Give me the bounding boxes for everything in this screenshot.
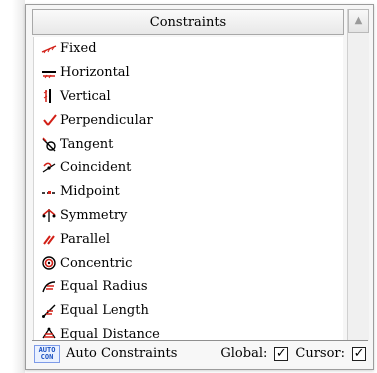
constraint-item-horizontal[interactable]: Horizontal — [34, 61, 343, 85]
scroll-up-button[interactable]: ▲ — [348, 9, 369, 33]
constraint-item-equal-radius[interactable]: Equal Radius — [34, 275, 343, 299]
constraint-label: Horizontal — [60, 65, 130, 81]
cursor-label: Cursor: — [295, 346, 346, 361]
constraint-item-fixed[interactable]: Fixed — [34, 37, 343, 61]
constraint-label: Vertical — [60, 88, 111, 104]
constraints-header: Constraints — [32, 9, 344, 35]
constraint-item-concentric[interactable]: Concentric — [34, 251, 343, 275]
fixed-icon — [41, 41, 57, 57]
constraint-label: Perpendicular — [60, 112, 153, 128]
constraint-label: Equal Radius — [60, 279, 148, 295]
horizontal-icon — [41, 65, 57, 81]
vertical-icon — [41, 88, 57, 104]
constraint-item-midpoint[interactable]: Midpoint — [34, 180, 343, 204]
auto-constraints-icon: AUTO CON — [34, 344, 60, 363]
symmetry-icon — [41, 207, 57, 223]
constraint-label: Symmetry — [60, 207, 128, 223]
constraint-item-vertical[interactable]: Vertical — [34, 85, 343, 109]
global-label: Global: — [220, 346, 268, 361]
constraints-title: Constraints — [149, 14, 227, 30]
equal-radius-icon — [41, 279, 57, 295]
auto-constraints-label: Auto Constraints — [66, 346, 178, 361]
constraint-item-perpendicular[interactable]: Perpendicular — [34, 108, 343, 132]
cursor-checkbox[interactable]: ✓ — [352, 346, 367, 361]
constraint-item-symmetry[interactable]: Symmetry — [34, 204, 343, 228]
constraint-label: Parallel — [60, 231, 111, 247]
coincident-icon — [41, 160, 57, 176]
constraint-item-equal-distance[interactable]: Equal Distance — [34, 323, 343, 341]
constraint-label: Equal Length — [60, 303, 149, 319]
left-shadow — [12, 0, 25, 373]
constraint-label: Concentric — [60, 255, 133, 271]
cursor-group: Cursor: ✓ — [295, 346, 367, 361]
perpendicular-icon — [41, 112, 57, 128]
constraint-label: Fixed — [60, 41, 97, 57]
equal-length-icon — [41, 303, 57, 319]
tangent-icon — [41, 136, 57, 152]
chevron-up-icon: ▲ — [354, 15, 363, 26]
constraint-label: Coincident — [60, 160, 132, 176]
constraints-list: Fixed Horizontal Vertical Perpendicular … — [33, 37, 343, 341]
midpoint-icon — [41, 184, 57, 200]
concentric-icon — [41, 255, 57, 271]
constraints-footer: AUTO CON Auto Constraints Global: ✓ Curs… — [32, 340, 368, 366]
constraint-item-tangent[interactable]: Tangent — [34, 132, 343, 156]
global-group: Global: ✓ — [220, 346, 289, 361]
constraint-item-parallel[interactable]: Parallel — [34, 227, 343, 251]
constraint-label: Equal Distance — [60, 326, 160, 341]
global-checkbox[interactable]: ✓ — [274, 346, 289, 361]
parallel-icon — [41, 231, 57, 247]
constraint-item-coincident[interactable]: Coincident — [34, 156, 343, 180]
constraints-panel: Constraints ▲ Fixed Horizontal Vertical … — [25, 4, 374, 370]
constraints-scrollbar[interactable]: ▲ — [347, 9, 369, 341]
constraint-item-equal-length[interactable]: Equal Length — [34, 299, 343, 323]
equal-distance-icon — [41, 326, 57, 341]
constraint-label: Midpoint — [60, 184, 120, 200]
constraint-label: Tangent — [60, 136, 114, 152]
